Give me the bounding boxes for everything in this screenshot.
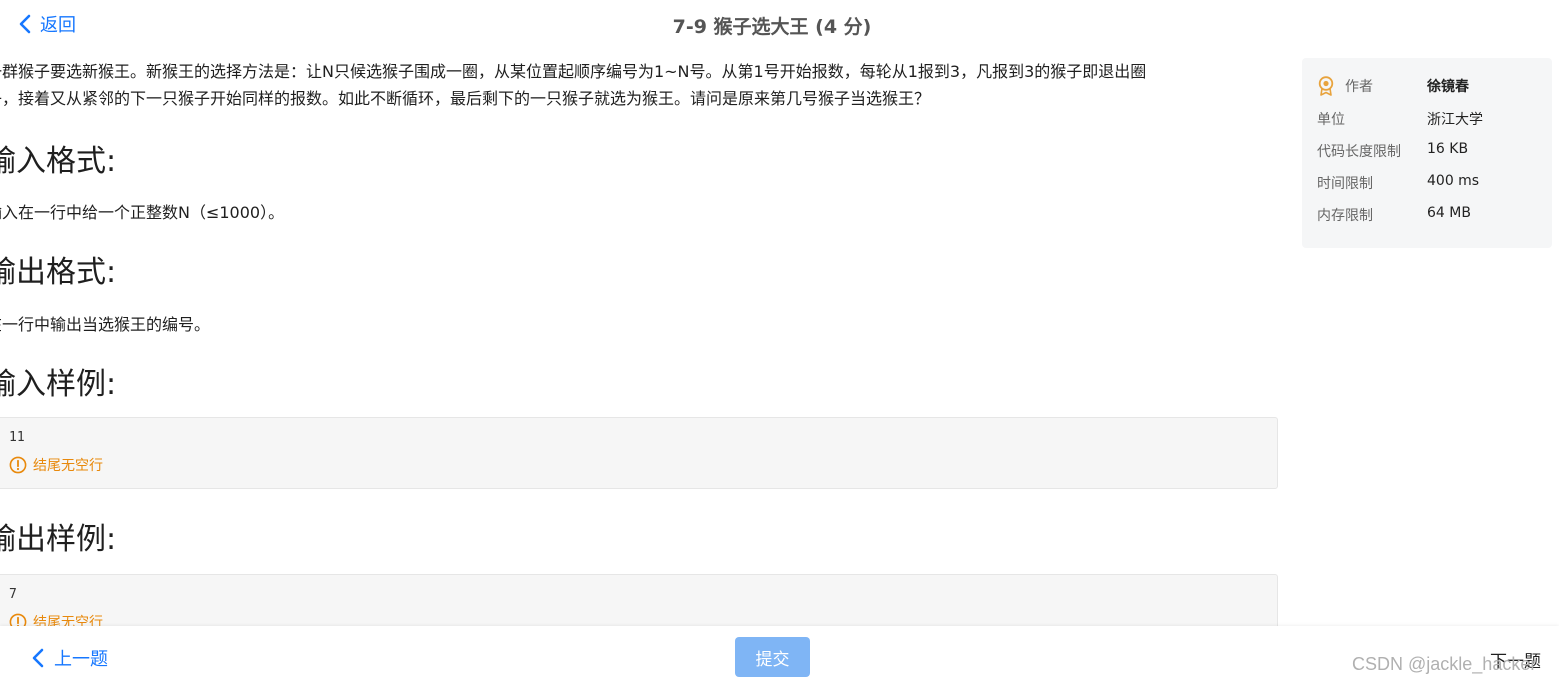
- info-row-author: 作者 徐镜春: [1317, 76, 1469, 96]
- input-format-heading: 输入格式:: [0, 144, 117, 179]
- problem-description-line-2: 子，接着又从紧邻的下一只猴子开始同样的报数。如此不断循环，最后剩下的一只猴子就选…: [0, 89, 931, 108]
- prev-problem-button[interactable]: 上一题: [32, 645, 108, 671]
- info-row-time-limit: 时间限制 400 ms: [1317, 173, 1479, 193]
- input-sample-heading: 输入样例:: [0, 367, 117, 402]
- output-sample-value: 7: [9, 587, 17, 602]
- prev-problem-label: 上一题: [54, 649, 108, 670]
- unit-value: 浙江大学: [1427, 112, 1483, 128]
- submit-button[interactable]: 提交: [735, 637, 810, 677]
- page-header: 返回 7-9 猴子选大王 (4 分): [0, 0, 1559, 48]
- page-title: 7-9 猴子选大王 (4 分): [672, 16, 872, 38]
- chevron-left-icon: [32, 648, 44, 668]
- problem-description-line-1: 一群猴子要选新猴王。新猴王的选择方法是：让N只候选猴子围成一圈，从某位置起顺序编…: [0, 62, 1147, 81]
- medal-icon: [1318, 76, 1334, 96]
- info-row-unit: 单位 浙江大学: [1317, 109, 1483, 129]
- info-row-code-limit: 代码长度限制 16 KB: [1317, 141, 1468, 161]
- unit-label: 单位: [1317, 112, 1345, 128]
- code-limit-label: 代码长度限制: [1317, 144, 1401, 160]
- output-sample-heading: 输出样例:: [0, 522, 117, 557]
- author-label: 作者: [1345, 79, 1373, 95]
- time-limit-label: 时间限制: [1317, 176, 1373, 192]
- input-sample-box: 11 结尾无空行: [0, 417, 1278, 489]
- problem-content: 一群猴子要选新猴王。新猴王的选择方法是：让N只候选猴子围成一圈，从某位置起顺序编…: [0, 58, 1292, 646]
- input-sample-note: 结尾无空行: [9, 455, 103, 475]
- input-sample-note-text: 结尾无空行: [33, 458, 103, 474]
- bottom-bar: 上一题 提交 下一题 CSDN @jackle_hacker: [0, 626, 1559, 687]
- author-value: 徐镜春: [1427, 79, 1469, 95]
- output-format-heading: 输出格式:: [0, 255, 117, 290]
- memory-limit-label: 内存限制: [1317, 208, 1373, 224]
- time-limit-value: 400 ms: [1427, 173, 1480, 189]
- code-limit-value: 16 KB: [1427, 141, 1469, 157]
- problem-info-card: 作者 徐镜春 单位 浙江大学 代码长度限制 16 KB 时间限制 400 ms …: [1302, 58, 1552, 248]
- warning-circle-icon: [9, 456, 27, 474]
- watermark: CSDN @jackle_hacker: [1352, 654, 1537, 674]
- memory-limit-value: 64 MB: [1427, 205, 1471, 221]
- input-sample-value: 11: [9, 430, 25, 445]
- info-row-memory-limit: 内存限制 64 MB: [1317, 205, 1471, 225]
- input-format-text: 输入在一行中给一个正整数N（≤1000）。: [0, 203, 285, 222]
- output-format-text: 在一行中输出当选猴王的编号。: [0, 315, 211, 334]
